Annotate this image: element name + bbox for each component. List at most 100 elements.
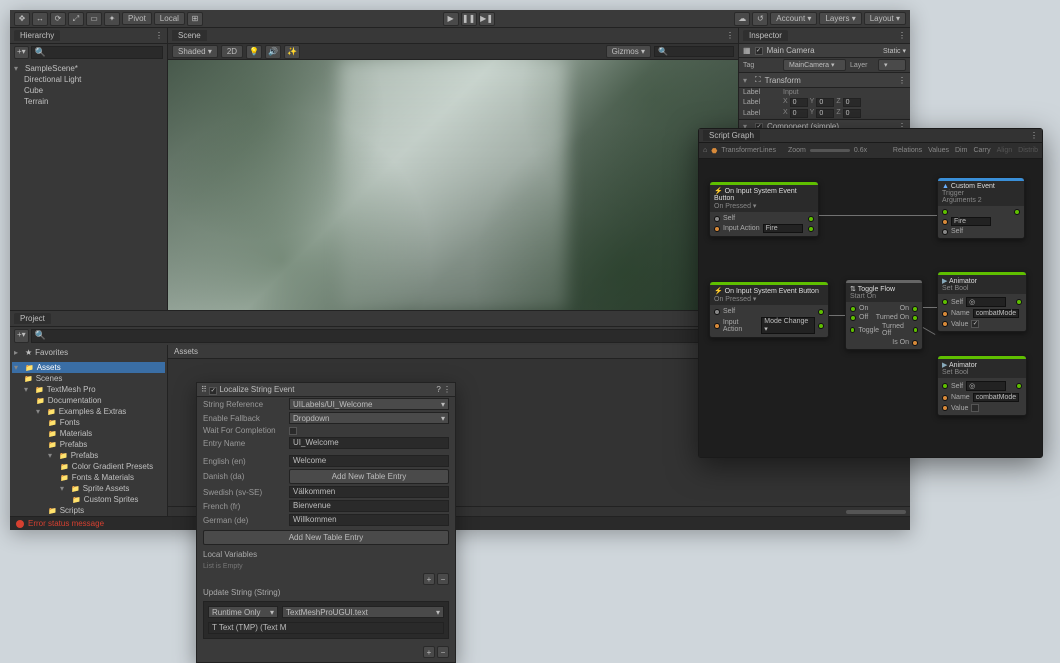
output-port[interactable] [912,315,918,321]
self-field[interactable]: ◎ [966,297,1006,307]
help-icon[interactable]: ? [436,385,440,394]
enabled-checkbox[interactable] [755,47,763,55]
input-port[interactable] [714,309,720,315]
assets-row[interactable]: ▾📁 Assets [12,362,165,373]
output-port[interactable] [1014,209,1020,215]
localize-string-event-window[interactable]: ⠿ Localize String Event ? ⋮ String Refer… [196,382,456,663]
favorites-row[interactable]: ▸★ Favorites [12,347,165,358]
lighting-icon[interactable]: 💡 [246,45,262,59]
folder-row[interactable]: ▾📁 Prefabs [12,450,165,461]
folder-row[interactable]: 📁 Scripts [12,505,165,516]
rot-z-field[interactable]: 0 [843,109,861,118]
rect-tool-icon[interactable]: ▭ [86,12,102,26]
input-port[interactable] [942,209,948,215]
pos-x-field[interactable]: 0 [790,98,808,107]
pos-y-field[interactable]: 0 [816,98,834,107]
align-toggle[interactable]: Align [997,147,1013,154]
layer-dropdown[interactable]: ▾ [878,59,906,71]
output-port[interactable] [912,306,918,312]
input-port[interactable] [942,383,948,389]
scene-tab[interactable]: Scene [172,30,207,41]
fx-icon[interactable]: ✨ [284,45,300,59]
account-dropdown[interactable]: Account ▾ [770,12,817,25]
scene-search-input[interactable]: 🔍 [654,46,734,57]
pivot-button[interactable]: Pivot [122,12,152,25]
two-d-toggle[interactable]: 2D [221,45,243,58]
input-port[interactable] [850,315,856,321]
output-port[interactable] [1016,299,1022,305]
output-port[interactable] [913,327,918,333]
folder-row[interactable]: 📁 Documentation [12,395,165,406]
hierarchy-item[interactable]: Directional Light [12,74,165,85]
step-icon[interactable]: ▶❚ [479,12,495,26]
static-dropdown[interactable]: Static ▾ [883,47,906,55]
graph-canvas[interactable]: ⚡ On Input System Event ButtonOn Pressed… [699,159,1042,457]
project-tab[interactable]: Project [14,313,51,324]
script-graph-tab[interactable]: Script Graph [703,130,760,141]
hierarchy-item[interactable]: Cube [12,85,165,96]
string-reference-dropdown[interactable]: UILabels/UI_Welcome▾ [289,398,449,410]
add-table-entry-button[interactable]: Add New Table Entry [203,530,449,545]
grip-icon[interactable]: ⠿ [201,385,207,394]
audio-icon[interactable]: 🔊 [265,45,281,59]
output-port[interactable] [1016,383,1022,389]
graph-node-set-bool-2[interactable]: ▶ AnimatorSet Bool Self◎ NamecombatMode … [937,355,1027,416]
shaded-dropdown[interactable]: Shaded ▾ [172,45,218,58]
create-dropdown[interactable]: +▾ [14,46,29,59]
scene-row[interactable]: ▾SampleScene* [12,63,165,74]
cloud-icon[interactable]: ☁ [734,12,750,26]
dim-toggle[interactable]: Dim [955,147,967,154]
value-checkbox[interactable] [971,404,979,412]
folder-row[interactable]: 📁 Prefabs [12,439,165,450]
remove-variable-button[interactable]: − [437,573,449,585]
input-port[interactable] [850,327,855,333]
enable-fallback-dropdown[interactable]: Dropdown▾ [289,412,449,424]
output-port[interactable] [808,226,814,232]
project-create-dropdown[interactable]: +▾ [14,329,29,343]
local-button[interactable]: Local [154,12,185,25]
folder-row[interactable]: 📁 Materials [12,428,165,439]
breadcrumb[interactable]: Assets [174,347,198,356]
tag-dropdown[interactable]: MainCamera ▾ [783,59,846,71]
layers-dropdown[interactable]: Layers ▾ [819,12,861,25]
input-port[interactable] [942,405,948,411]
rotate-tool-icon[interactable]: ⟳ [50,12,66,26]
hierarchy-item[interactable]: Terrain [12,96,165,107]
scale-tool-icon[interactable]: ⤢ [68,12,84,26]
graph-node-input-event-1[interactable]: ⚡ On Input System Event ButtonOn Pressed… [709,181,819,237]
add-listener-button[interactable]: + [423,646,435,658]
menu-icon[interactable]: ⋮ [443,385,451,394]
graph-node-custom-event[interactable]: ▲ Custom EventTriggerArguments 2 Fire Se… [937,177,1025,239]
folder-row[interactable]: ▾📁 Examples & Extras [12,406,165,417]
zoom-slider[interactable] [810,149,850,152]
locale-de-field[interactable]: Willkommen [289,514,449,526]
gizmos-dropdown[interactable]: Gizmos ▾ [606,45,651,58]
folder-row[interactable]: 📁 Custom Sprites [12,494,165,505]
hierarchy-search-input[interactable]: 🔍 [31,46,163,59]
input-port[interactable] [942,229,948,235]
play-icon[interactable]: ▶ [443,12,459,26]
pos-z-field[interactable]: 0 [843,98,861,107]
values-toggle[interactable]: Values [928,147,949,154]
input-port[interactable] [850,306,856,312]
hand-tool-icon[interactable]: ✥ [14,12,30,26]
input-port[interactable] [942,299,948,305]
output-port[interactable] [808,216,814,222]
inspector-tab[interactable]: Inspector [743,30,788,41]
graph-node-toggle-flow[interactable]: ⇅ Toggle FlowStart On OnOn OffTurned On … [845,279,923,350]
add-variable-button[interactable]: + [423,573,435,585]
runtime-dropdown[interactable]: Runtime Only▾ [208,606,278,618]
layout-dropdown[interactable]: Layout ▾ [864,12,906,25]
transform-tool-icon[interactable]: ✦ [104,12,120,26]
home-icon[interactable]: ⌂ [703,147,707,154]
scene-viewport[interactable] [168,60,738,310]
input-port[interactable] [942,395,948,401]
target-method-dropdown[interactable]: TextMeshProUGUI.text▾ [282,606,444,618]
rot-x-field[interactable]: 0 [790,109,808,118]
carry-toggle[interactable]: Carry [973,147,990,154]
folder-row[interactable]: 📁 Scenes [12,373,165,384]
event-name-field[interactable]: Fire [951,217,991,226]
status-bar[interactable]: Error status message [10,516,910,530]
locale-sv-field[interactable]: Välkommen [289,486,449,498]
snap-icon[interactable]: ⊞ [187,12,203,26]
